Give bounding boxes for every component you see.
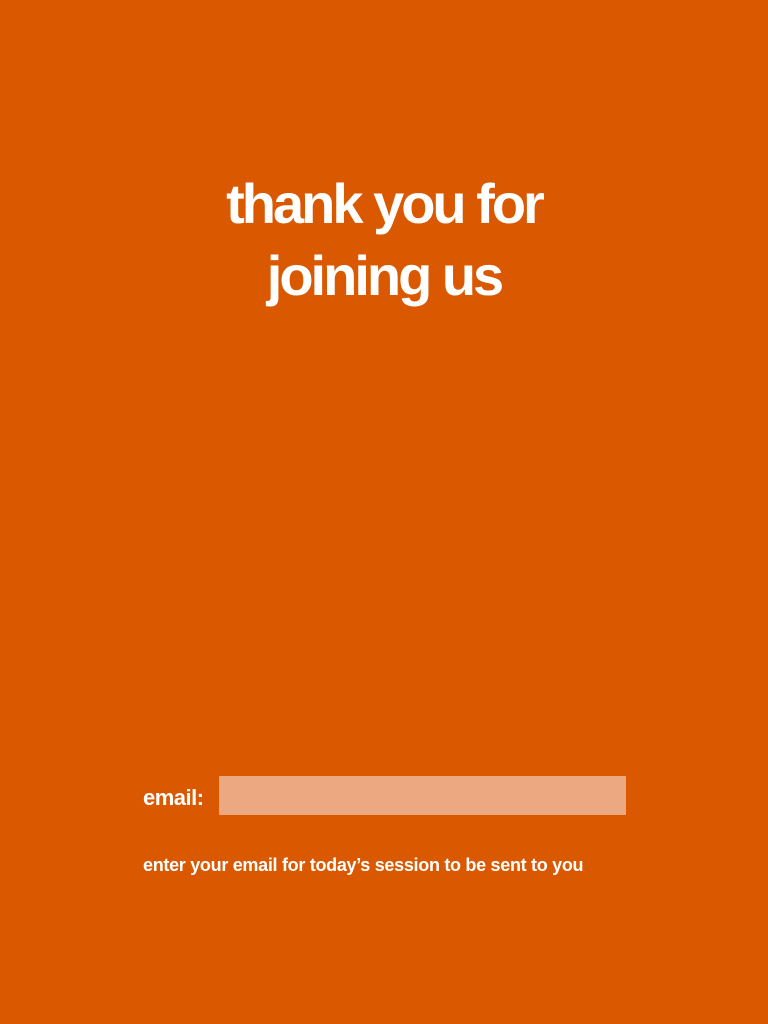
email-field[interactable]	[219, 776, 626, 815]
page-title-line-1: thank you for	[226, 172, 545, 235]
email-hint-text: enter your email for today’s session to …	[143, 855, 584, 875]
page-title-line-2: joining us	[266, 244, 504, 307]
email-form: email:	[143, 776, 627, 815]
page-title: thank you for joining us	[0, 168, 768, 312]
email-label: email:	[143, 785, 204, 810]
